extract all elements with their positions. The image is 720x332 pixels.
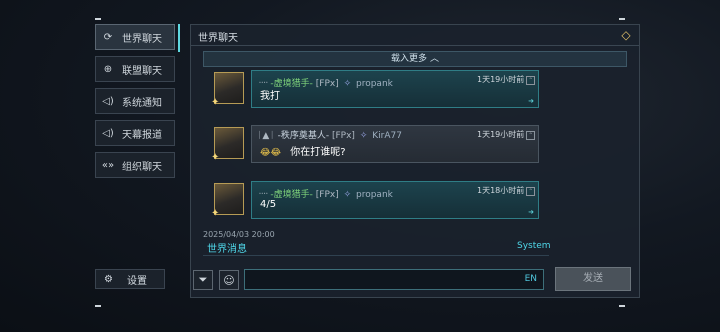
expand-icon[interactable]: ⌃ [526,131,536,140]
smiley-icon: ☺ [223,273,235,287]
collapse-icon[interactable]: ◇ [619,28,633,42]
message-time: 1天18小时前 ⌃ [477,185,536,196]
chevron-up-icon: ︿ [429,54,439,64]
player-name[interactable]: KirA77 [372,131,402,141]
time-text: 1天18小时前 [477,186,525,195]
chat-panel: 世界聊天 ◇ 载入更多 ︿ ✦ ➜ ᠁ -虚境猎手- [FPx] ✧ propa… [190,24,640,298]
message-text: 4/5 [260,199,277,210]
time-text: 1天19小时前 [477,130,525,139]
emoji-icon: 😂😂 [260,148,282,158]
settings-button[interactable]: ⚙ 设置 [95,269,165,289]
frame-corner [95,305,101,307]
filter-icon: ⏷ [198,273,208,286]
globe-icon: ⊕ [103,63,113,75]
player-name[interactable]: propank [356,190,393,200]
system-label: 世界消息 [207,244,247,255]
guild-tag: [FPx] [315,190,339,200]
channel-sidebar: ⟳ 世界聊天 ⊕ 联盟聊天 ◁) 系统通知 ◁) 天幕报道 «» 组织聊天 [95,24,180,184]
system-message[interactable]: 世界消息 System [203,239,551,256]
gear-icon: ⚙ [104,273,113,285]
sidebar-item-organization-chat[interactable]: «» 组织聊天 [95,152,175,178]
guild-tag: [FPx] [315,79,339,89]
emoji-button[interactable]: ☺ [219,270,239,290]
message-header: ᠁ -虚境猎手- [FPx] ✧ propank [257,184,393,200]
sidebar-item-world-chat[interactable]: ⟳ 世界聊天 [95,24,180,52]
frame-corner [619,305,625,307]
guild-tag: [FPx] [331,131,355,141]
expand-icon[interactable]: ⌃ [526,76,536,85]
chevron-right-icon: ➜ [528,97,534,105]
star-badge-icon: ✦ [211,97,220,108]
divider [191,45,639,46]
system-source: System [517,241,551,251]
sidebar-item-label: 联盟聊天 [122,65,162,77]
load-more-label: 载入更多 [391,54,428,64]
player-name[interactable]: propank [356,79,393,89]
message-header: ᛁ▲ᛁ -秩序奠基人- [FPx] ✧ KirA77 [257,128,402,141]
chat-input[interactable]: EN [244,269,544,290]
sidebar-item-label: 世界聊天 [122,33,162,45]
speaker-icon: ◁) [102,127,114,139]
message-text: 我打 [260,91,280,102]
avatar[interactable]: ✦ [211,127,244,163]
frame-corner [95,18,101,20]
sidebar-item-label: 组织聊天 [122,161,162,173]
panel-title: 世界聊天 [198,33,238,44]
language-toggle[interactable]: EN [525,274,537,284]
emblem-icon: ✧ [359,131,368,141]
emblem-icon: ✧ [343,190,352,200]
sidebar-item-sky-report[interactable]: ◁) 天幕报道 [95,120,175,146]
star-badge-icon: ✦ [211,208,220,219]
message-body: 你在打谁呢? [290,147,346,158]
time-text: 1天19小时前 [477,75,525,84]
rank-icon: ᛁ▲ᛁ [257,131,275,141]
avatar[interactable]: ✦ [211,183,244,219]
world-chat-icon: ⟳ [103,31,113,43]
sidebar-item-alliance-chat[interactable]: ⊕ 联盟聊天 [95,56,175,82]
message-time: 1天19小时前 ⌃ [477,74,536,85]
sidebar-item-label: 天幕报道 [122,129,162,141]
speaker-icon: ◁) [102,95,114,107]
rank-title: -虚境猎手- [270,190,313,200]
rank-title: -秩序奠基人- [277,131,330,141]
expand-icon[interactable]: ⌃ [526,187,536,196]
load-more-button[interactable]: 载入更多 ︿ [203,51,627,67]
message-text: 😂😂 你在打谁呢? [260,143,346,158]
send-button[interactable]: 发送 [555,267,631,291]
avatar[interactable]: ✦ [211,72,244,108]
settings-label: 设置 [126,275,147,287]
sidebar-item-label: 系统通知 [122,97,162,109]
organization-icon: «» [101,159,115,171]
system-date: 2025/04/03 20:00 [203,230,275,239]
chevron-right-icon: ➜ [528,208,534,216]
frame-corner [619,18,625,20]
message-time: 1天19小时前 ⌃ [477,129,536,140]
sidebar-item-system-notice[interactable]: ◁) 系统通知 [95,88,175,114]
filter-button[interactable]: ⏷ [193,270,213,290]
star-badge-icon: ✦ [211,152,220,163]
emblem-icon: ✧ [343,79,352,89]
